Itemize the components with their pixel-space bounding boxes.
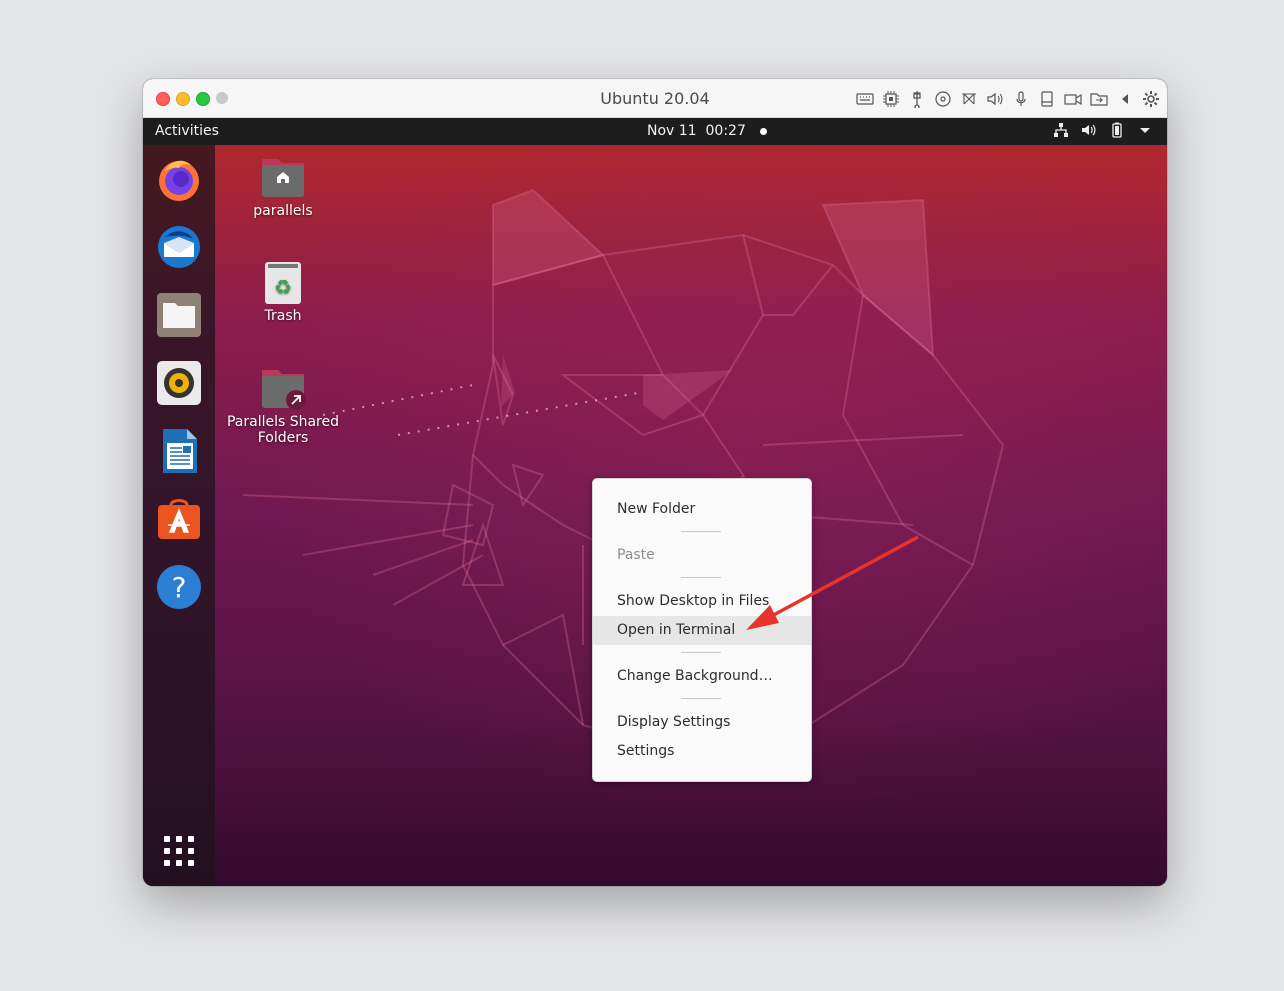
writer-icon [163, 429, 197, 473]
cd-icon[interactable] [933, 89, 953, 109]
shared-folder-icon[interactable] [1089, 89, 1109, 109]
desktop-icon-label: Parallels Shared Folders [226, 414, 340, 446]
shared-folder-link-icon [262, 370, 306, 410]
gnome-top-bar: Activities Nov 11 00:27 [143, 118, 1167, 145]
gear-icon[interactable] [1141, 89, 1161, 109]
firefox-icon [159, 160, 199, 201]
desktop-icon-home[interactable]: parallels [223, 153, 343, 219]
menu-item-settings[interactable]: Settings [593, 737, 811, 766]
usb-icon[interactable] [907, 89, 927, 109]
hdd-icon[interactable] [1037, 89, 1057, 109]
menu-item-open-in-terminal[interactable]: Open in Terminal [593, 616, 811, 645]
dock-files[interactable] [155, 291, 203, 339]
software-icon [158, 499, 200, 539]
menu-item-show-desktop-in-files[interactable]: Show Desktop in Files [593, 587, 811, 616]
svg-text:?: ? [172, 571, 187, 604]
menu-separator [681, 531, 721, 532]
desktop-icon-trash[interactable]: ♻ Trash [223, 258, 343, 324]
clock[interactable]: Nov 11 00:27 [647, 123, 767, 139]
camera-icon[interactable] [1063, 89, 1083, 109]
system-tray[interactable] [1053, 122, 1153, 138]
vm-toolbar [855, 89, 1161, 109]
chevron-down-icon [1140, 128, 1150, 133]
battery-icon [1112, 122, 1122, 138]
help-icon: ? [157, 565, 201, 609]
cpu-icon[interactable] [881, 89, 901, 109]
menu-item-display-settings[interactable]: Display Settings [593, 708, 811, 737]
network-icon [1054, 123, 1068, 137]
date-text: Nov 11 [647, 123, 697, 139]
dock: ? [143, 145, 215, 886]
desktop-icon-label: Trash [264, 308, 302, 324]
collapse-icon[interactable] [1115, 89, 1135, 109]
dock-libreoffice-writer[interactable] [155, 427, 203, 475]
show-applications-button[interactable] [155, 827, 203, 875]
window-titlebar: Ubuntu 20.04 [143, 79, 1167, 118]
trash-icon: ♻ [265, 262, 301, 304]
menu-separator [681, 577, 721, 578]
menu-item-change-background[interactable]: Change Background… [593, 662, 811, 691]
desktop-context-menu: New Folder Paste Show Desktop in Files O… [592, 478, 812, 782]
show-applications-icon [164, 836, 194, 866]
desktop-icon-label: parallels [253, 203, 313, 219]
home-folder-icon [262, 159, 304, 197]
svg-text:♻: ♻ [274, 275, 292, 299]
files-icon [157, 293, 201, 337]
dock-rhythmbox[interactable] [155, 359, 203, 407]
menu-item-paste[interactable]: Paste [593, 541, 811, 570]
desktop-icon-shared-folders[interactable]: Parallels Shared Folders [223, 364, 343, 446]
vm-window: Ubuntu 20.04 Activities Nov 11 00:27 ? p… [143, 79, 1167, 886]
dock-help[interactable]: ? [155, 563, 203, 611]
microphone-icon[interactable] [1011, 89, 1031, 109]
desktop[interactable]: ? parallels ♻ Trash Parallels Shared Fol… [143, 145, 1167, 886]
network-icon[interactable] [959, 89, 979, 109]
dock-ubuntu-software[interactable] [155, 495, 203, 543]
dock-thunderbird[interactable] [155, 223, 203, 271]
sound-icon[interactable] [985, 89, 1005, 109]
time-text: 00:27 [705, 123, 746, 139]
dock-firefox[interactable] [155, 155, 203, 203]
activities-button[interactable]: Activities [155, 123, 219, 139]
menu-separator [681, 652, 721, 653]
menu-item-new-folder[interactable]: New Folder [593, 495, 811, 524]
rhythmbox-icon [157, 361, 201, 405]
thunderbird-icon [158, 226, 200, 268]
keyboard-icon[interactable] [855, 89, 875, 109]
volume-icon [1082, 124, 1096, 136]
notification-dot [759, 127, 767, 135]
menu-separator [681, 698, 721, 699]
